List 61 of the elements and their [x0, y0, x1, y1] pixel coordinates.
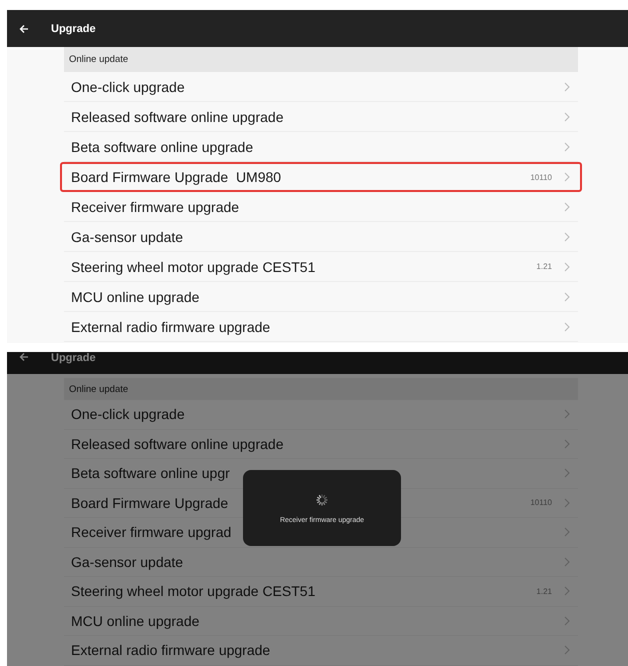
chevron-right-icon [564, 142, 570, 152]
chevron-right-icon [564, 202, 570, 212]
menu-item[interactable]: Steering wheel motor upgrade CEST51 1.21 [64, 577, 578, 606]
chevron-right-icon [564, 645, 570, 656]
chevron-right-icon [564, 262, 570, 272]
item-label: Board Firmware Upgrade UM980 [71, 169, 282, 185]
back-arrow-icon[interactable] [19, 24, 29, 34]
section-header: Online update [64, 47, 578, 72]
menu-item[interactable]: MCU online upgrade [64, 606, 578, 636]
chevron-right-icon [564, 527, 570, 538]
item-label: MCU online upgrade [71, 612, 200, 629]
item-label: Beta software online upgrade [71, 138, 254, 154]
item-label: Beta software online upgr [71, 465, 230, 482]
item-label: MCU online upgrade [71, 288, 200, 304]
version-text: 1.21 [536, 586, 552, 596]
menu-item[interactable]: Ga-sensor update [64, 222, 578, 252]
item-label: Ga-sensor update [71, 228, 184, 244]
chevron-right-icon [564, 232, 570, 242]
chevron-right-icon [564, 322, 570, 332]
menu-item[interactable]: Released software online upgrade [64, 102, 578, 132]
menu-item[interactable]: MCU online upgrade [64, 282, 578, 312]
version-text: 10110 [530, 498, 552, 508]
item-label: One-click upgrade [71, 78, 185, 94]
menu-item[interactable]: External radio firmware upgrade [64, 636, 578, 666]
item-label: External radio firmware upgrade [71, 318, 270, 334]
item-label: Board Firmware Upgrade [71, 494, 228, 511]
item-label: One-click upgrade [71, 406, 185, 422]
chevron-right-icon [564, 292, 570, 302]
spinner-icon [315, 492, 329, 506]
chevron-right-icon [564, 112, 570, 122]
menu-item[interactable]: Receiver firmware upgrade [64, 192, 578, 222]
item-label: Released software online upgrade [71, 108, 284, 124]
item-label: Ga-sensor update [71, 554, 184, 570]
chevron-right-icon [564, 556, 570, 567]
item-label: Steering wheel motor upgrade CEST51 [71, 583, 316, 600]
chevron-right-icon [564, 616, 570, 626]
item-label: Steering wheel motor upgrade CEST51 [71, 258, 316, 274]
menu-item[interactable]: Released software online upgrade [64, 430, 578, 459]
menu-item[interactable]: One-click upgrade [64, 72, 578, 102]
chevron-right-icon [564, 468, 570, 478]
menu-item[interactable]: External radio firmware upgrade [64, 312, 578, 342]
item-label: Receiver firmware upgrade [71, 198, 240, 214]
chevron-right-icon [564, 82, 570, 92]
chevron-right-icon [564, 438, 570, 449]
chevron-right-icon [564, 498, 570, 508]
chevron-right-icon [564, 172, 570, 182]
screen-title: Upgrade [51, 352, 96, 364]
menu-item[interactable]: Beta software online upgrade [64, 132, 578, 162]
menu-item[interactable]: Steering wheel motor upgrade CEST51 1.21 [64, 252, 578, 282]
version-text: 1.21 [536, 262, 552, 271]
chevron-right-icon [564, 409, 570, 420]
item-label: Released software online upgrade [71, 436, 284, 452]
screen-title: Upgrade [51, 22, 96, 34]
menu-item[interactable]: Board Firmware Upgrade UM980 10110 [60, 162, 582, 192]
menu-item[interactable]: One-click upgrade [64, 400, 578, 430]
version-text: 10110 [530, 172, 552, 182]
chevron-right-icon [564, 586, 570, 596]
section-header: Online update [64, 378, 578, 400]
item-label: External radio firmware upgrade [71, 642, 270, 658]
menu-item[interactable]: Ga-sensor update [64, 548, 578, 577]
item-label: Receiver firmware upgrad [71, 524, 232, 540]
